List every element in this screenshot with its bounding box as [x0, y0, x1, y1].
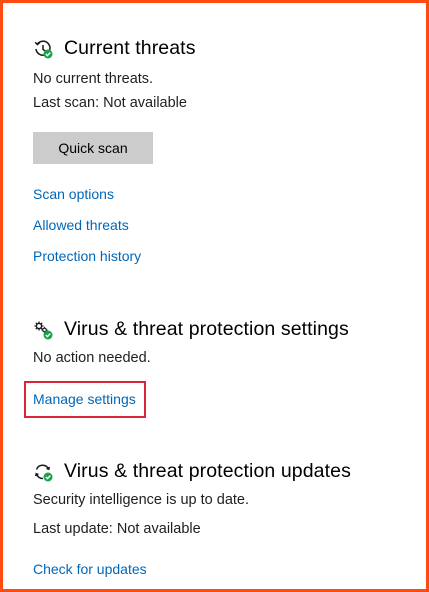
last-scan-text: Last scan: Not available [33, 95, 187, 111]
protection-history-link[interactable]: Protection history [33, 248, 141, 264]
window-frame: Current threats No current threats. Last… [0, 0, 429, 592]
manage-settings-link[interactable]: Manage settings [33, 391, 136, 407]
allowed-threats-link[interactable]: Allowed threats [33, 217, 129, 233]
scan-options-link[interactable]: Scan options [33, 186, 114, 202]
history-clock-shield-icon [33, 39, 53, 59]
check-for-updates-link[interactable]: Check for updates [33, 561, 147, 577]
refresh-shield-icon [33, 462, 53, 482]
last-update-text: Last update: Not available [33, 521, 201, 537]
quick-scan-button[interactable]: Quick scan [33, 132, 153, 164]
current-threats-title: Current threats [64, 37, 196, 59]
protection-settings-title: Virus & threat protection settings [64, 318, 349, 340]
protection-updates-title: Virus & threat protection updates [64, 460, 351, 482]
security-intelligence-status: Security intelligence is up to date. [33, 492, 250, 508]
protection-settings-status: No action needed. [33, 350, 151, 366]
gears-shield-icon [33, 320, 53, 340]
protection-updates-header: Virus & threat protection updates [33, 460, 351, 483]
current-threats-status: No current threats. [33, 71, 154, 87]
current-threats-header: Current threats [33, 37, 196, 60]
protection-settings-header: Virus & threat protection settings [33, 318, 349, 341]
